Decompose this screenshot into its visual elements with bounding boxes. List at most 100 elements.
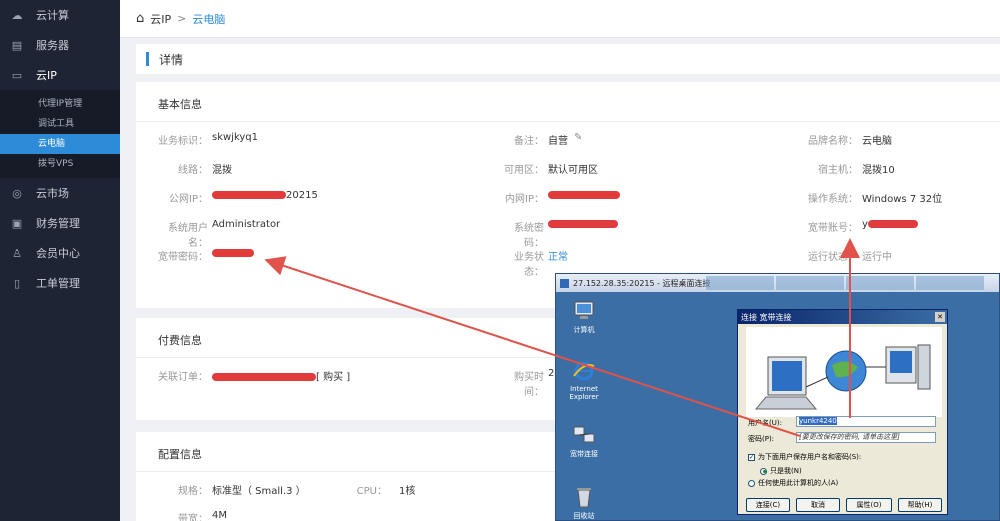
spec-value: 标准型（ Small.3 ）: [212, 486, 306, 497]
rdp-ghost-tab: [846, 276, 914, 290]
private-ip-label: 内网IP：: [505, 194, 544, 205]
detail-header: 详情: [136, 44, 1000, 74]
remark-row: 备注： 自营 ✎: [496, 132, 582, 147]
breadcrumb-root[interactable]: 云IP: [150, 11, 171, 27]
bb-pwd-label: 宽带密码：: [158, 252, 208, 263]
sidebar-item-server[interactable]: ▤ 服务器: [0, 30, 120, 60]
only-me-label: 只是我(N): [770, 467, 802, 475]
finance-icon: ▣: [11, 216, 23, 230]
sidebar-subitem-debug-tools[interactable]: 调试工具: [0, 114, 120, 134]
username-field[interactable]: yunkr4240: [796, 416, 936, 427]
sys-user-value: Administrator: [212, 219, 281, 230]
anyone-radio[interactable]: 任何使用此计算机的人(A): [748, 478, 838, 488]
dialog-title: 连接 宽带连接: [741, 312, 792, 322]
network-illustration: [746, 327, 942, 417]
sidebar-submenu: 代理IP管理 调试工具 云电脑 拨号VPS: [0, 90, 120, 178]
sidebar: ☁ 云计算 ▤ 服务器 ▭ 云IP 代理IP管理 调试工具 云电脑 拨号VPS …: [0, 0, 120, 521]
ticket-icon: ▯: [13, 276, 21, 290]
properties-button[interactable]: 属性(O): [846, 498, 892, 512]
username-value: yunkr4240: [799, 417, 837, 425]
checkbox-checked: ✓: [748, 453, 755, 461]
public-ip-value: 20215: [212, 190, 318, 205]
market-icon: ◎: [12, 186, 22, 200]
buy-link[interactable]: [ 购买 ]: [316, 372, 350, 383]
sidebar-item-label: 云IP: [36, 69, 57, 82]
cpu-value: 1核: [399, 486, 416, 497]
internet-explorer-icon: [572, 360, 596, 382]
redaction-mark: [867, 220, 918, 228]
desktop-icon-label: 回收站: [573, 512, 595, 520]
connect-button[interactable]: 连接(C): [746, 498, 790, 512]
monitor-icon: ▭: [11, 68, 23, 82]
sidebar-item-finance[interactable]: ▣ 财务管理: [0, 208, 120, 238]
cloud-icon: ☁: [11, 8, 23, 22]
desktop-icon-label: 宽带连接: [570, 450, 598, 458]
redaction-mark: [212, 373, 316, 381]
password-field[interactable]: [要更改保存的密码, 请单击这里]: [796, 432, 936, 443]
sidebar-item-cloud-ip[interactable]: ▭ 云IP: [0, 60, 120, 90]
host-value: 混拨10: [862, 165, 895, 176]
username-label: 用户名(U):: [748, 419, 782, 427]
bb-account-row: 宽带账号： y: [806, 219, 918, 234]
rdp-title: 27.152.28.35:20215 - 远程桌面连接: [573, 278, 711, 288]
page-title: 详情: [159, 52, 184, 67]
redaction-mark: [212, 249, 254, 257]
help-button[interactable]: 帮助(H): [898, 498, 942, 512]
brand-value: 云电脑: [862, 136, 892, 147]
line-row: 线路： 混拨: [156, 161, 232, 176]
bb-pwd-row: 宽带密码：: [156, 248, 254, 263]
save-credentials-checkbox[interactable]: ✓ 为下面用户保存用户名和密码(S):: [748, 452, 861, 462]
desktop-icon-computer[interactable]: 计算机: [559, 300, 609, 335]
spec-row: 规格： 标准型（ Small.3 ）: [156, 482, 306, 497]
run-status-label: 运行状态：: [808, 252, 858, 263]
sidebar-item-market[interactable]: ◎ 云市场: [0, 178, 120, 208]
computer-icon: [572, 300, 596, 322]
sidebar-item-label: 财务管理: [36, 217, 80, 230]
rdp-taskbar-ghost: [706, 276, 986, 290]
sys-pwd-value: [548, 219, 618, 249]
public-ip-row: 公网IP： 20215: [156, 190, 318, 205]
business-id-row: 业务标识： skwjkyq1: [156, 132, 258, 147]
bb-account-value: y: [862, 219, 918, 234]
only-me-radio[interactable]: 只是我(N): [760, 466, 802, 476]
bb-account-label: 宽带账号：: [808, 223, 858, 234]
app-root: ☁ 云计算 ▤ 服务器 ▭ 云IP 代理IP管理 调试工具 云电脑 拨号VPS …: [0, 0, 1000, 521]
desktop-icon-ie[interactable]: Internet Explorer: [559, 360, 609, 401]
order-row: 关联订单： [ 购买 ]: [156, 368, 350, 383]
radio-unselected: [748, 479, 755, 487]
business-id-value: skwjkyq1: [212, 132, 259, 143]
cancel-button[interactable]: 取消: [796, 498, 840, 512]
zone-value: 默认可用区: [548, 165, 598, 176]
desktop-icon-broadband[interactable]: 宽带连接: [559, 424, 609, 459]
sidebar-subitem-proxy-ip[interactable]: 代理IP管理: [0, 94, 120, 114]
close-icon[interactable]: ✕: [935, 312, 945, 322]
sys-user-row: 系统用户名： Administrator: [156, 219, 280, 249]
desktop-icon-recycle-bin[interactable]: 回收站: [559, 486, 609, 521]
home-icon[interactable]: ⌂: [136, 11, 144, 26]
sidebar-item-label: 工单管理: [36, 277, 80, 290]
cpu-label: CPU：: [356, 486, 387, 497]
sidebar-subitem-dialup-vps[interactable]: 拨号VPS: [0, 154, 120, 174]
os-value: Windows 7 32位: [862, 194, 943, 205]
sidebar-item-label: 云市场: [36, 187, 69, 200]
dialog-titlebar[interactable]: 连接 宽带连接 ✕: [738, 310, 947, 324]
sidebar-item-cloud-compute[interactable]: ☁ 云计算: [0, 0, 120, 30]
password-label: 密码(P):: [748, 435, 775, 443]
redaction-mark: [212, 191, 286, 199]
sidebar-item-ticket[interactable]: ▯ 工单管理: [0, 268, 120, 298]
edit-icon[interactable]: ✎: [574, 132, 582, 147]
public-ip-tail: 20215: [286, 190, 318, 201]
server-icon: ▤: [11, 38, 23, 52]
sidebar-subitem-cloud-pc[interactable]: 云电脑: [0, 134, 120, 154]
rdp-ghost-tab: [776, 276, 844, 290]
basic-info-title: 基本信息: [136, 82, 1000, 122]
line-value: 混拨: [212, 165, 232, 176]
bb-account-head: y: [862, 219, 868, 230]
brand-row: 品牌名称： 云电脑: [806, 132, 892, 147]
redaction-mark: [548, 191, 620, 199]
biz-status-label: 业务状态：: [514, 252, 544, 278]
sidebar-item-member[interactable]: ♙ 会员中心: [0, 238, 120, 268]
os-label: 操作系统：: [808, 194, 858, 205]
breadcrumb: ⌂ 云IP > 云电脑: [120, 0, 1000, 38]
host-row: 宿主机： 混拨10: [806, 161, 895, 176]
